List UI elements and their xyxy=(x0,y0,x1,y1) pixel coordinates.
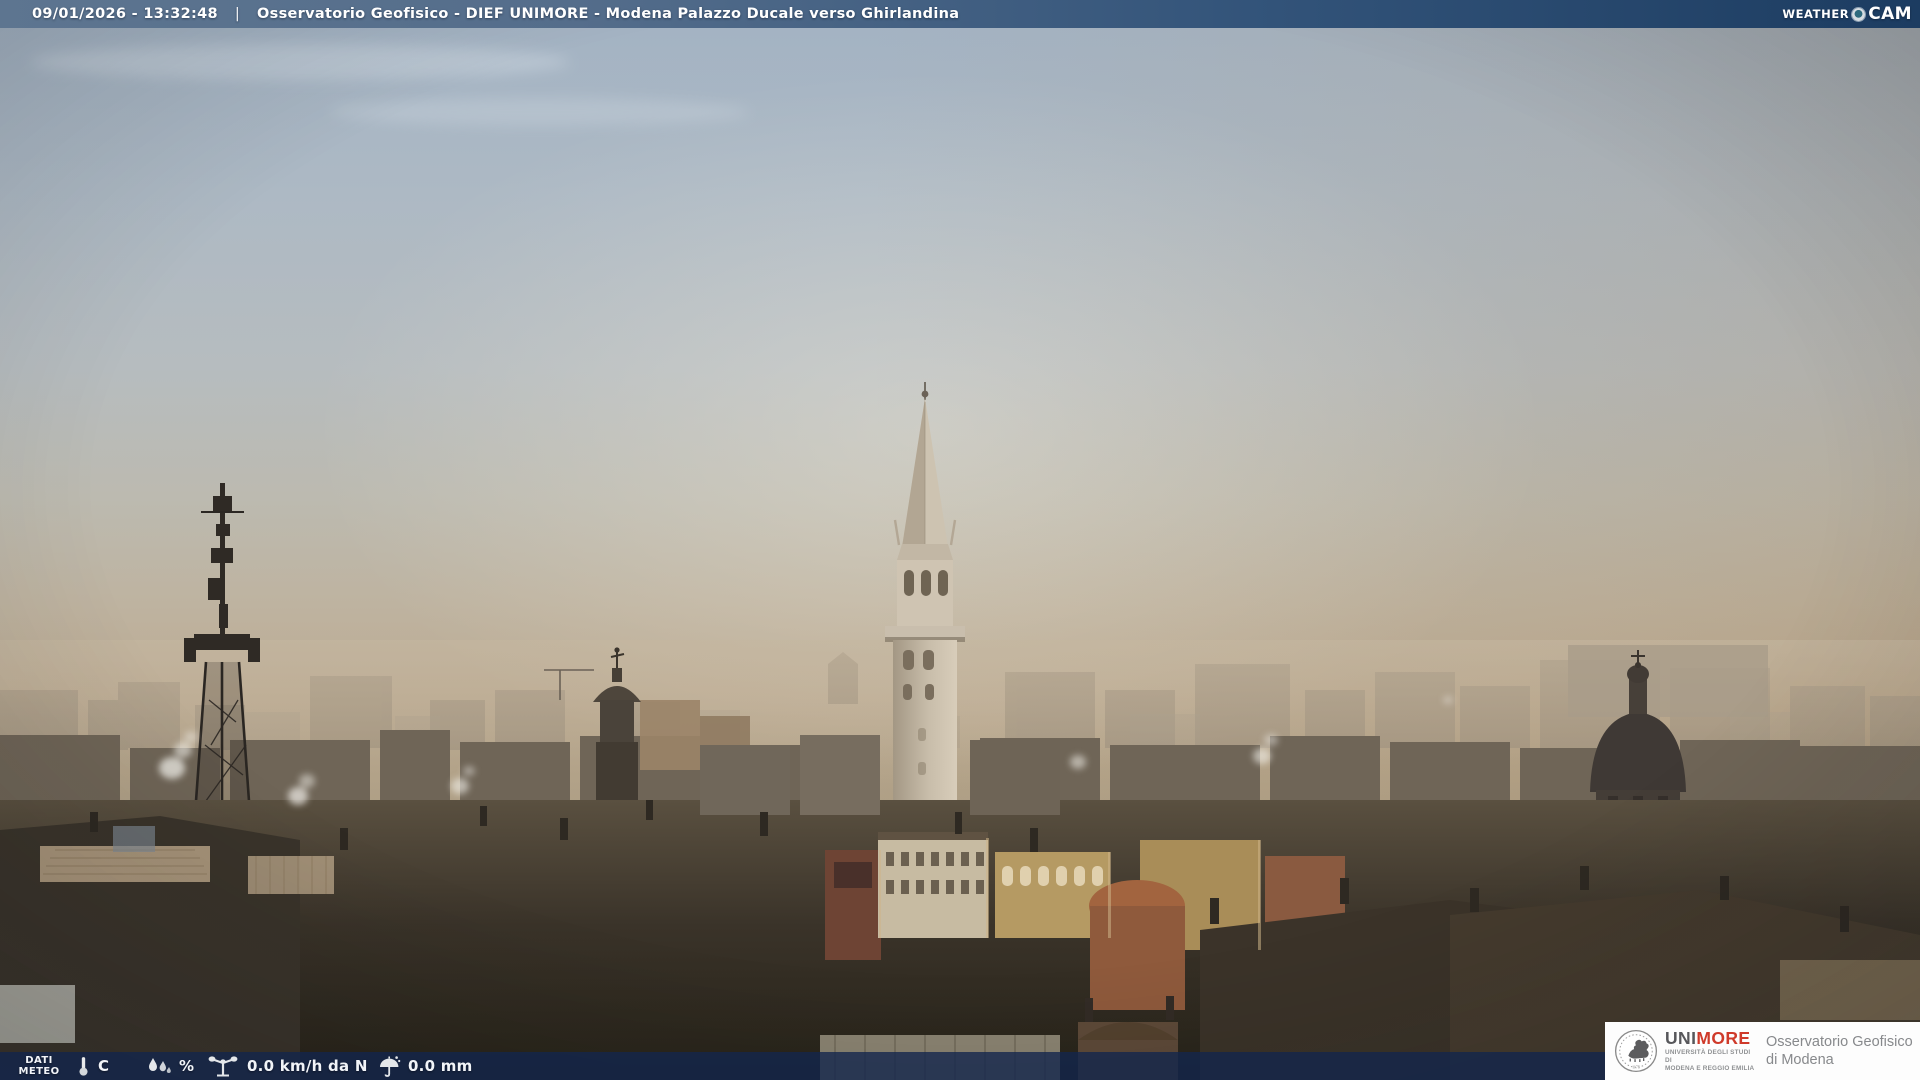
university-subtitle-line2: MODENA E REGGIO EMILIA xyxy=(1665,1064,1755,1072)
thermometer-icon xyxy=(79,1057,88,1076)
humidity-reading: % xyxy=(146,1052,194,1080)
dati-meteo-line2: METEO xyxy=(18,1066,60,1077)
humidity-value: % xyxy=(179,1057,195,1075)
umbrella-icon xyxy=(380,1056,401,1077)
weathercam-logo: Weather Cam xyxy=(1782,4,1912,24)
separator: | xyxy=(234,6,241,22)
webcam-page: 09/01/2026 - 13:32:48 | Osservatorio Geo… xyxy=(0,0,1920,1080)
unimore-acronym: UNIMORE xyxy=(1665,1027,1757,1048)
humidity-icon xyxy=(149,1057,171,1073)
observatory-name: Osservatorio Geofisico di Modena xyxy=(1766,1033,1913,1069)
webcam-title: Osservatorio Geofisico - DIEF UNIMORE - … xyxy=(257,6,960,22)
observatory-name-line1: Osservatorio Geofisico xyxy=(1766,1034,1913,1050)
weathercam-word1: Weather xyxy=(1782,7,1850,21)
unimore-branding-box: 1175 UNIMORE UNIVERSITÀ DEGLI STUDI DI M… xyxy=(1605,1022,1920,1080)
university-subtitle: UNIVERSITÀ DEGLI STUDI DI MODENA E REGGI… xyxy=(1665,1049,1757,1072)
unimore-acronym-uni: UNI xyxy=(1665,1027,1697,1048)
city-panorama xyxy=(0,0,1920,1080)
observatory-name-line2: di Modena xyxy=(1766,1052,1834,1068)
unimore-wordmark: UNIMORE UNIVERSITÀ DEGLI STUDI DI MODENA… xyxy=(1665,1027,1757,1072)
dati-meteo-line1: DATI xyxy=(25,1054,53,1066)
timestamp: 09/01/2026 - 13:32:48 xyxy=(32,6,218,22)
anemometer-icon xyxy=(208,1056,238,1077)
temperature-reading: C xyxy=(76,1052,109,1080)
seal-year: 1175 xyxy=(1632,1065,1640,1070)
rain-value: 0.0 mm xyxy=(408,1057,473,1075)
university-subtitle-line1: UNIVERSITÀ DEGLI STUDI DI xyxy=(1665,1049,1751,1064)
unimore-acronym-more: MORE xyxy=(1696,1027,1751,1048)
rain-reading: 0.0 mm xyxy=(378,1052,473,1080)
camera-lens-icon xyxy=(1852,7,1866,21)
wind-reading: 0.0 km/h da N xyxy=(206,1052,368,1080)
dati-meteo-label: DATI METEO xyxy=(14,1055,64,1078)
top-info-bar: 09/01/2026 - 13:32:48 | Osservatorio Geo… xyxy=(0,0,1920,28)
weathercam-word2: Cam xyxy=(1868,4,1912,24)
unimore-seal-icon: 1175 xyxy=(1614,1029,1658,1073)
vignette xyxy=(0,0,1920,1080)
wind-value: 0.0 km/h da N xyxy=(247,1057,368,1075)
temperature-value: C xyxy=(98,1057,110,1075)
